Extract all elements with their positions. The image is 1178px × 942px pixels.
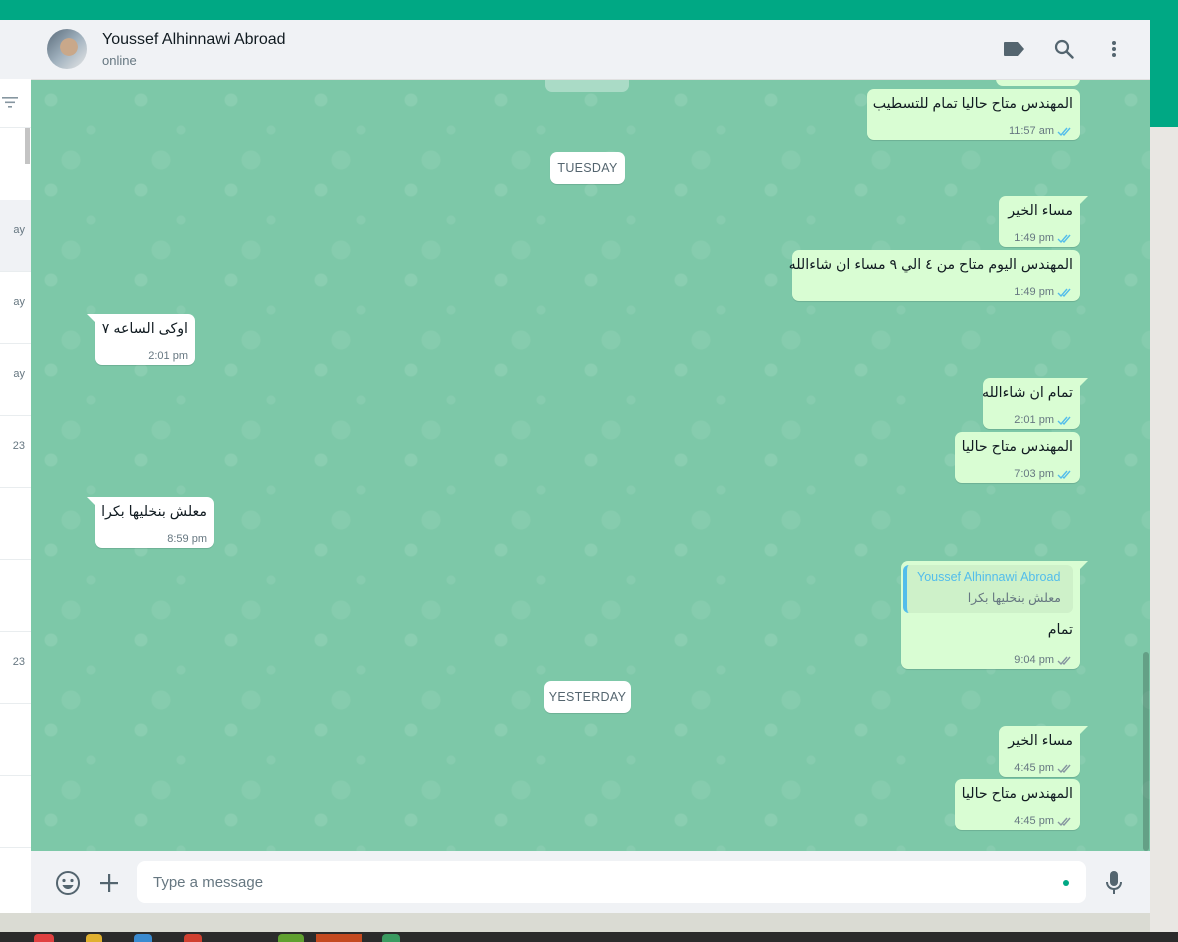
message-text: المهندس متاح حاليا تمام للتسطيب [872,96,1073,112]
double-check-icon [1057,127,1071,136]
chat-list-item-date: ay [13,224,25,236]
outgoing-message[interactable]: مساء الخير 4:45 pm [999,726,1088,777]
chat-list-item[interactable] [0,776,31,848]
outgoing-reply-message[interactable]: Youssef Alhinnawi Abroad معلش بنخليها بك… [901,561,1088,669]
incoming-message[interactable]: معلش بنخليها بكرا 8:59 pm [87,497,214,548]
double-check-icon [1057,764,1071,773]
contact-avatar[interactable] [47,29,87,69]
whatsapp-app: ay ay ay 23 23 Youssef Alhinnawi Abroad … [0,20,1150,913]
chat-list-item[interactable] [0,704,31,776]
chat-list-item-date: ay [13,368,25,380]
outgoing-message[interactable]: المهندس اليوم متاح من ٤ الي ٩ مساء ان شا… [788,250,1080,301]
chat-list-item[interactable]: 23 [0,416,31,488]
message-input-box[interactable] [137,861,1086,903]
status-dot [1063,880,1069,886]
message-time: 4:45 pm [1014,815,1054,827]
outgoing-message[interactable]: مساء الخير 1:49 pm [999,196,1088,247]
taskbar-app-icon[interactable] [316,934,362,942]
chat-list-item[interactable]: ay [0,200,31,272]
chat-list-item[interactable]: ay [0,344,31,416]
message-time: 7:03 pm [1014,468,1054,480]
label-icon[interactable] [1002,37,1026,61]
day-separator: YESTERDAY [544,681,631,713]
chat-list-item[interactable] [0,488,31,560]
partial-message [996,80,1080,86]
double-check-icon [1057,234,1071,243]
incoming-message[interactable]: اوكى الساعه ٧ 2:01 pm [87,314,195,365]
chat-list-item-date: 23 [12,440,25,452]
double-check-icon [1057,288,1071,297]
partial-message [545,80,629,92]
day-separator: TUESDAY [550,152,625,184]
chat-list-item-date: 23 [12,656,25,668]
message-time: 2:01 pm [148,350,188,362]
chat-list-item[interactable]: ay [0,272,31,344]
search-icon[interactable] [1052,37,1076,61]
message-text: معلش بنخليها بكرا [101,504,207,520]
outgoing-message[interactable]: المهندس متاح حاليا 7:03 pm [955,432,1080,483]
taskbar-app-icon[interactable] [184,934,202,942]
double-check-icon [1057,656,1071,665]
message-time: 1:49 pm [1014,232,1054,244]
contact-status: online [102,53,137,68]
outgoing-message[interactable]: المهندس متاح حاليا تمام للتسطيب 11:57 am [867,89,1080,140]
message-pane-scrollbar[interactable] [1143,652,1149,851]
quoted-message[interactable]: Youssef Alhinnawi Abroad معلش بنخليها بك… [903,565,1073,613]
sidebar-scrollbar[interactable] [25,128,30,164]
message-time: 9:04 pm [1014,654,1054,666]
filter-icon[interactable] [0,94,20,110]
message-time: 2:01 pm [1014,414,1054,426]
message-text: المهندس متاح حاليا [961,439,1073,455]
chat-list-item[interactable] [0,560,31,632]
chat-list-sidebar: ay ay ay 23 23 [0,20,32,913]
message-time: 8:59 pm [167,533,207,545]
message-input[interactable] [153,861,1043,903]
conversation-header[interactable]: Youssef Alhinnawi Abroad online [31,20,1150,80]
taskbar-app-icon[interactable] [134,934,152,942]
chat-list-item[interactable]: 23 [0,632,31,704]
message-text: تمام ان شاءالله [982,385,1073,401]
os-taskbar [0,932,1178,942]
outgoing-message[interactable]: المهندس متاح حاليا 4:45 pm [955,779,1080,830]
microphone-icon[interactable] [1101,870,1127,896]
quoted-author: Youssef Alhinnawi Abroad [917,570,1061,584]
taskbar-app-icon[interactable] [86,934,102,942]
outgoing-message[interactable]: تمام ان شاءالله 2:01 pm [982,378,1088,429]
emoji-icon[interactable] [55,870,81,896]
more-vertical-icon[interactable] [1102,37,1126,61]
message-time: 11:57 am [1008,125,1054,137]
taskbar-app-icon[interactable] [278,934,304,942]
message-text: مساء الخير [1008,733,1073,749]
sidebar-header [0,20,31,79]
message-text: مساء الخير [1008,203,1073,219]
contact-name[interactable]: Youssef Alhinnawi Abroad [102,31,286,49]
plus-icon[interactable] [96,870,122,896]
background-strip [1150,127,1178,932]
double-check-icon [1057,817,1071,826]
message-text: اوكى الساعه ٧ [101,321,188,337]
message-pane[interactable]: المهندس متاح حاليا تمام للتسطيب 11:57 am… [31,80,1150,851]
quoted-text: معلش بنخليها بكرا [967,591,1061,605]
message-time: 4:45 pm [1014,762,1054,774]
message-text: تمام [1047,622,1073,638]
message-text: المهندس اليوم متاح من ٤ الي ٩ مساء ان شا… [788,257,1073,273]
message-text: المهندس متاح حاليا [961,786,1073,802]
chat-list-item-date: ay [13,296,25,308]
taskbar-app-icon[interactable] [34,934,54,942]
taskbar-app-icon[interactable] [382,934,400,942]
message-composer [31,851,1150,913]
double-check-icon [1057,470,1071,479]
double-check-icon [1057,416,1071,425]
message-time: 1:49 pm [1014,286,1054,298]
